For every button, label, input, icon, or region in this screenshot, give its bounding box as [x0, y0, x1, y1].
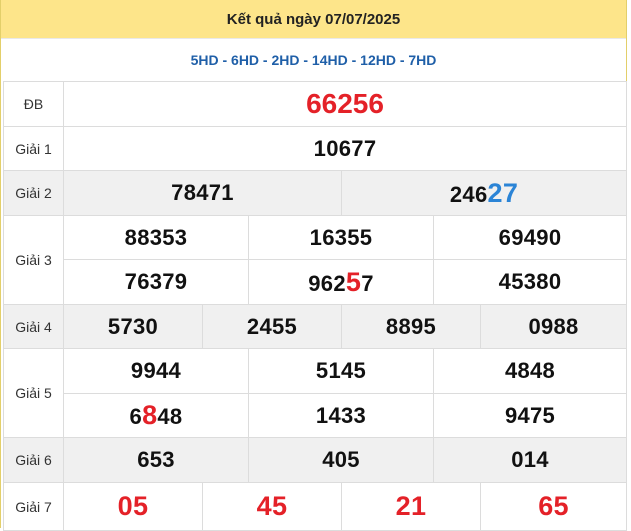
prize-5-number: 1433	[248, 393, 434, 438]
ticket-codes-text: 5HD - 6HD - 2HD - 14HD - 12HD - 7HD	[190, 52, 437, 68]
results-title: Kết quả ngày 07/07/2025	[226, 10, 401, 28]
prize-7-number: 21	[341, 482, 481, 531]
prize-5-number: 9944	[63, 348, 249, 394]
prize-3-number: 76379	[63, 259, 249, 305]
label-prize-4: Giải 4	[3, 304, 64, 349]
prize-3-number: 88353	[63, 215, 249, 260]
prize-4-number: 8895	[341, 304, 481, 349]
prize-7-number: 65	[479, 482, 628, 531]
prize-6-number: 405	[248, 437, 434, 483]
prize-7-number: 45	[202, 482, 342, 531]
prize-6-number: 014	[432, 437, 628, 483]
ticket-codes: 5HD - 6HD - 2HD - 14HD - 12HD - 7HD	[1, 38, 626, 81]
highlighted-digits: 5	[345, 266, 362, 297]
highlighted-digits: 8	[142, 400, 158, 430]
prize-4-number: 0988	[479, 304, 628, 349]
prize-7-number: 05	[63, 482, 203, 531]
prize-3-number: 96257	[248, 259, 434, 305]
results-table: ĐB 66256 Giải 1 10677 Giải 2 78471 24627…	[3, 81, 628, 531]
label-prize-2: Giải 2	[3, 170, 64, 216]
prize-2-number: 24627	[340, 170, 628, 216]
results-panel: Kết quả ngày 07/07/2025 5HD - 6HD - 2HD …	[0, 0, 628, 531]
row-prize-5b: 6848 1433 9475	[4, 393, 628, 438]
row-special: ĐB 66256	[3, 81, 628, 127]
row-prize-2: Giải 2 78471 24627	[3, 170, 628, 216]
row-prize-7: Giải 7 05 45 21 65	[3, 482, 628, 531]
prize-2-number: 78471	[63, 170, 342, 216]
row-prize-1: Giải 1 10677	[3, 126, 628, 171]
row-prize-6: Giải 6 653 405 014	[3, 437, 628, 483]
row-prize-3: Giải 3 88353 16355 69490	[3, 215, 628, 305]
label-prize-6: Giải 6	[3, 437, 64, 483]
prize-5-number: 6848	[63, 393, 249, 438]
row-prize-3b: 76379 96257 45380	[4, 259, 628, 305]
highlighted-digits: 27	[487, 177, 519, 208]
label-prize-1: Giải 1	[3, 126, 64, 171]
label-prize-7: Giải 7	[3, 482, 64, 531]
prize-5-number: 4848	[432, 348, 628, 394]
label-special: ĐB	[3, 81, 64, 127]
prize-3-number: 69490	[432, 215, 628, 260]
prize-3-number: 45380	[432, 259, 628, 305]
prize-5-number: 9475	[432, 393, 628, 438]
row-prize-5: Giải 5 9944 5145 4848	[3, 348, 628, 438]
prize-4-number: 2455	[202, 304, 342, 349]
results-header: Kết quả ngày 07/07/2025	[1, 0, 626, 38]
prize-5-number: 5145	[248, 348, 434, 394]
prize-6-number: 653	[63, 437, 249, 483]
label-prize-5: Giải 5	[3, 348, 64, 438]
prize-1-number: 10677	[62, 126, 628, 171]
prize-3-number: 16355	[248, 215, 434, 260]
special-prize-number: 66256	[62, 81, 628, 127]
label-prize-3: Giải 3	[3, 215, 64, 305]
prize-4-number: 5730	[63, 304, 203, 349]
row-prize-4: Giải 4 5730 2455 8895 0988	[3, 304, 628, 349]
